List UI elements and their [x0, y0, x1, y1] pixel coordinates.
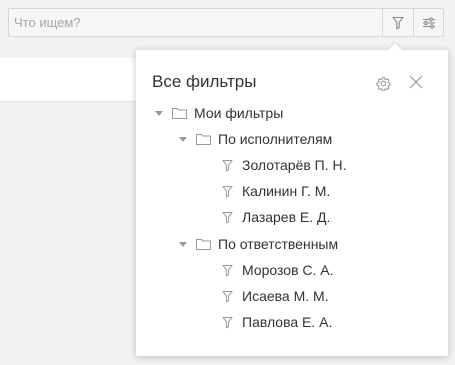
tree-filter-item[interactable]: Павлова Е. А.: [222, 312, 332, 332]
tree-filter-item[interactable]: Морозов С. А.: [222, 260, 334, 280]
filter-icon: [391, 16, 404, 29]
filter-icon: [222, 286, 234, 306]
caret-down-icon[interactable]: [178, 129, 188, 149]
tree-group-responsible[interactable]: По ответственным: [178, 234, 338, 254]
search-input[interactable]: [9, 9, 387, 36]
filter-icon: [222, 181, 234, 201]
tree-filter-label: Лазарев Е. Д.: [242, 209, 331, 225]
tree-group-assignees[interactable]: По исполнителям: [178, 129, 332, 149]
filter-icon: [222, 155, 234, 175]
tree-filter-label: Золотарёв П. Н.: [242, 157, 347, 173]
search-bar: [8, 8, 444, 37]
tree-group-label: По ответственным: [218, 236, 339, 252]
filter-button[interactable]: [382, 9, 412, 36]
background-panel: [0, 58, 140, 102]
folder-icon: [196, 129, 212, 149]
tree-filter-item[interactable]: Золотарёв П. Н.: [222, 155, 347, 175]
tree-filter-label: Морозов С. А.: [242, 262, 334, 278]
tree-root-label: Мои фильтры: [194, 105, 284, 121]
folder-icon: [172, 103, 188, 123]
popup-arrow: [388, 43, 402, 50]
settings-button[interactable]: [374, 74, 392, 92]
filters-popup: Все фильтры Мои фильтры По исполнителям: [136, 43, 448, 356]
close-button[interactable]: [407, 73, 425, 91]
tree-filter-item[interactable]: Калинин Г. М.: [222, 181, 330, 201]
tree-root-my-filters[interactable]: Мои фильтры: [154, 103, 283, 123]
filter-icon: [222, 207, 234, 227]
tree-filter-item[interactable]: Исаева М. М.: [222, 286, 329, 306]
tree-group-label: По исполнителям: [218, 131, 333, 147]
caret-down-icon[interactable]: [154, 103, 164, 123]
filter-settings-button[interactable]: [413, 9, 443, 36]
tree-filter-label: Калинин Г. М.: [242, 183, 331, 199]
tree-filter-item[interactable]: Лазарев Е. Д.: [222, 207, 330, 227]
close-icon: [409, 75, 423, 89]
filter-icon: [222, 260, 234, 280]
caret-down-icon[interactable]: [178, 234, 188, 254]
folder-icon: [196, 234, 212, 254]
filter-icon: [222, 312, 234, 332]
tree-filter-label: Павлова Е. А.: [242, 314, 333, 330]
tree-filter-label: Исаева М. М.: [242, 288, 329, 304]
popup-title: Все фильтры: [152, 72, 257, 91]
sliders-icon: [422, 17, 435, 28]
gear-icon: [375, 76, 391, 91]
